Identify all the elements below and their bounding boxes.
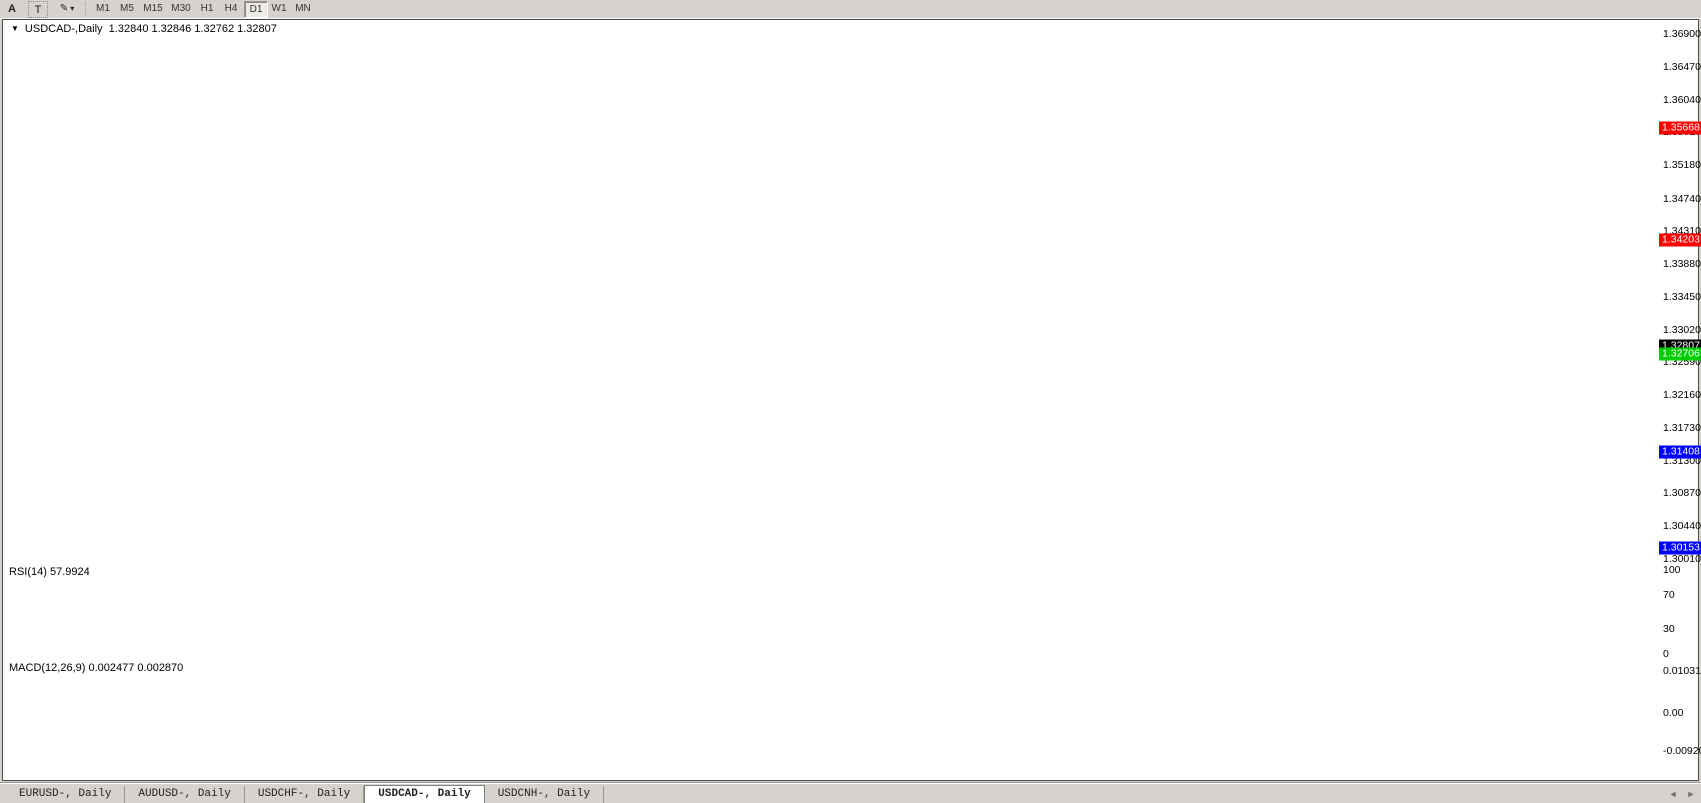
chart-symbol-label: USDCAD-,Daily xyxy=(25,23,103,35)
timeframe-button-h1[interactable]: H1 xyxy=(196,1,218,16)
rsi-axis-tick: 30 xyxy=(1663,623,1675,635)
draw-style-tool-icon[interactable]: ✎ ▾ xyxy=(54,1,80,16)
price-axis-tick: 1.36470 xyxy=(1663,61,1701,73)
toolbar-separator xyxy=(85,2,89,15)
price-axis-tick: 1.30440 xyxy=(1663,520,1701,532)
rsi-axis-tick: 70 xyxy=(1663,589,1675,601)
tab-audusd[interactable]: AUDUSD-, Daily xyxy=(125,786,244,803)
price-axis-tick: 1.33450 xyxy=(1663,291,1701,303)
timeframe-button-mn[interactable]: MN xyxy=(292,1,314,16)
timeframe-button-m1[interactable]: M1 xyxy=(92,1,114,16)
brush-icon: ✎ xyxy=(60,3,68,14)
tab-scroll-right-icon[interactable]: ► xyxy=(1684,788,1698,800)
rsi-indicator-header: RSI(14) 57.9924 xyxy=(9,566,90,578)
tab-eurusd[interactable]: EURUSD-, Daily xyxy=(6,786,125,803)
macd-indicator-header: MACD(12,26,9) 0.002477 0.002870 xyxy=(9,662,183,674)
price-line-badge[interactable]: 1.34203 xyxy=(1659,233,1701,246)
tab-scroll-left-icon[interactable]: ◄ xyxy=(1666,788,1680,800)
tab-usdcad[interactable]: USDCAD-, Daily xyxy=(364,785,484,803)
price-line-badge[interactable]: 1.35668 xyxy=(1659,121,1701,134)
tab-usdcnh[interactable]: USDCNH-, Daily xyxy=(485,786,604,803)
price-axis-tick: 1.36040 xyxy=(1663,94,1701,106)
price-line-badge[interactable]: 1.30153 xyxy=(1659,542,1701,555)
symbol-tab-bar: EURUSD-, DailyAUDUSD-, DailyUSDCHF-, Dai… xyxy=(0,782,1701,803)
price-axis-tick: 1.33880 xyxy=(1663,258,1701,270)
price-axis-tick: 1.31730 xyxy=(1663,422,1701,434)
timeframe-button-m5[interactable]: M5 xyxy=(116,1,138,16)
price-line-badge[interactable]: 1.31408 xyxy=(1659,446,1701,459)
timeframe-button-m15[interactable]: M15 xyxy=(140,1,166,16)
timeframe-button-w1[interactable]: W1 xyxy=(268,1,290,16)
chart-window: ▼ USDCAD-,Daily 1.32840 1.32846 1.32762 1… xyxy=(2,19,1699,781)
timeframe-button-h4[interactable]: H4 xyxy=(220,1,242,16)
chevron-down-icon: ▾ xyxy=(70,4,74,13)
macd-axis-tick: -0.009203 xyxy=(1663,745,1701,757)
top-toolbar: A T ✎ ▾ M1M5M15M30H1H4D1W1MN xyxy=(0,0,1701,19)
timeframe-button-d1[interactable]: D1 xyxy=(244,1,268,18)
mt4-terminal: A T ✎ ▾ M1M5M15M30H1H4D1W1MN ▼ USDCAD-,Da… xyxy=(0,0,1701,803)
timeframe-button-m30[interactable]: M30 xyxy=(168,1,194,16)
rsi-axis-tick: 100 xyxy=(1663,564,1681,576)
chart-ohlc-values: 1.32840 1.32846 1.32762 1.32807 xyxy=(109,23,277,35)
price-axis-tick: 1.30870 xyxy=(1663,487,1701,499)
text-box-tool-icon[interactable]: T xyxy=(28,1,48,18)
text-label-tool-icon[interactable]: A xyxy=(4,1,20,16)
price-line-badge[interactable]: 1.32706 xyxy=(1659,347,1701,360)
macd-axis-tick: 0.00 xyxy=(1663,707,1683,719)
tab-usdchf[interactable]: USDCHF-, Daily xyxy=(245,786,364,803)
chart-title: ▼ USDCAD-,Daily 1.32840 1.32846 1.32762 1… xyxy=(11,23,277,35)
price-axis-tick: 1.36900 xyxy=(1663,28,1701,40)
rsi-axis-tick: 0 xyxy=(1663,648,1669,660)
price-axis-tick: 1.33020 xyxy=(1663,324,1701,336)
price-axis-tick: 1.35180 xyxy=(1663,159,1701,171)
collapse-triangle-icon[interactable]: ▼ xyxy=(11,24,19,33)
macd-axis-tick: 0.010311 xyxy=(1663,665,1701,677)
price-axis-tick: 1.32160 xyxy=(1663,389,1701,401)
tab-strip: EURUSD-, DailyAUDUSD-, DailyUSDCHF-, Dai… xyxy=(6,783,604,803)
price-axis-tick: 1.34740 xyxy=(1663,193,1701,205)
